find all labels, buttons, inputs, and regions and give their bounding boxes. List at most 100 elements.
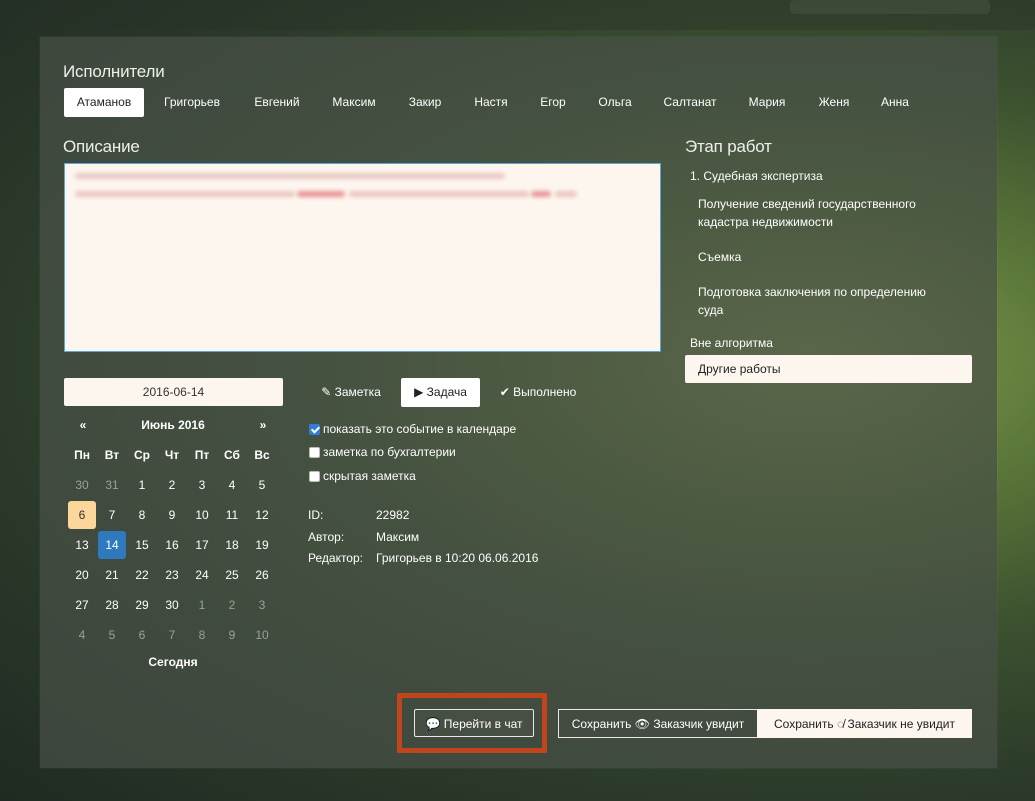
calendar-day[interactable]: 6 (128, 621, 156, 649)
performer-tab-anna[interactable]: Анна (872, 88, 918, 117)
task-type-label: Задача (426, 385, 467, 399)
calendar-day[interactable]: 22 (128, 561, 156, 589)
calendar-day[interactable]: 3 (248, 591, 276, 619)
calendar-day[interactable]: 3 (188, 471, 216, 499)
calendar-day[interactable]: 31 (98, 471, 126, 499)
note-type-label: Заметка (334, 385, 381, 399)
accounting-note-checkbox[interactable] (309, 447, 320, 458)
performer-tab-maria[interactable]: Мария (740, 88, 794, 117)
editor-label: Редактор: (308, 551, 363, 565)
performer-tab-zhenya[interactable]: Женя (810, 88, 858, 117)
performers-title: Исполнители (63, 62, 165, 81)
calendar-day[interactable]: 10 (248, 621, 276, 649)
calendar-day[interactable]: 14 (98, 531, 126, 559)
stage-item-other-works[interactable]: Другие работы (685, 355, 972, 383)
go-to-chat-label: Перейти в чат (443, 717, 523, 731)
calendar-day[interactable]: 15 (128, 531, 156, 559)
performer-tab-olga[interactable]: Ольга (588, 88, 642, 117)
stages-title: Этап работ (685, 137, 772, 156)
calendar-day[interactable]: 11 (218, 501, 246, 529)
performer-tab-saltanat[interactable]: Салтанат (654, 88, 726, 117)
calendar-today-button[interactable]: Сегодня (108, 655, 238, 669)
calendar-day[interactable]: 21 (98, 561, 126, 589)
stage-item-cadastre[interactable]: Получение сведений государственного када… (698, 195, 938, 231)
stage-item-conclusion[interactable]: Подготовка заключения по определению суд… (698, 283, 948, 319)
calendar-day[interactable]: 7 (98, 501, 126, 529)
save-hidden-from-client-button[interactable]: Сохранить ◌̸ Заказчик не увидит (757, 709, 972, 738)
done-type-button[interactable]: ✔ Выполнено (490, 378, 586, 407)
calendar-month-label[interactable]: Июнь 2016 (98, 410, 248, 440)
calendar-day[interactable]: 2 (158, 471, 186, 499)
hidden-note-checkbox[interactable] (309, 471, 320, 482)
redacted-text-link (531, 191, 551, 197)
calendar-day[interactable]: 5 (248, 471, 276, 499)
calendar-day[interactable]: 8 (188, 621, 216, 649)
calendar-day[interactable]: 17 (188, 531, 216, 559)
performer-tab-nastya[interactable]: Настя (464, 88, 518, 117)
calendar-day[interactable]: 7 (158, 621, 186, 649)
id-label: ID: (308, 508, 324, 522)
calendar-day[interactable]: 5 (98, 621, 126, 649)
accounting-note-option[interactable]: заметка по бухгалтерии (309, 443, 456, 461)
stage-group-label: 1. Судебная экспертиза (690, 169, 823, 183)
calendar-weekday: Пт (194, 448, 210, 462)
stage-item-survey[interactable]: Съемка (698, 248, 741, 266)
performer-tab-atamanov[interactable]: Атаманов (64, 88, 144, 117)
speech-bubble-icon: 💬 (425, 717, 441, 731)
redacted-text-line (75, 173, 505, 179)
hidden-note-label: скрытая заметка (323, 469, 416, 483)
calendar-day[interactable]: 20 (68, 561, 96, 589)
calendar-day[interactable]: 28 (98, 591, 126, 619)
go-to-chat-button[interactable]: 💬 Перейти в чат (414, 709, 534, 737)
task-type-button[interactable]: ▶ Задача (401, 378, 480, 407)
redacted-text-line (349, 191, 529, 197)
save-hidden-suffix: Заказчик не увидит (847, 717, 955, 731)
id-value: 22982 (376, 508, 410, 522)
performer-tab-maksim[interactable]: Максим (322, 88, 386, 117)
show-in-calendar-checkbox[interactable] (309, 424, 320, 435)
performer-tab-evgeniy[interactable]: Евгений (242, 88, 312, 117)
calendar-day[interactable]: 19 (248, 531, 276, 559)
calendar-weekday: Ср (134, 448, 150, 462)
calendar-day[interactable]: 4 (218, 471, 246, 499)
description-textarea[interactable] (64, 163, 661, 352)
calendar-day[interactable]: 6 (68, 501, 96, 529)
calendar-day[interactable]: 10 (188, 501, 216, 529)
save-visible-label: Сохранить (571, 717, 632, 731)
performer-tab-grigoriev[interactable]: Григорьев (154, 88, 230, 117)
calendar-day[interactable]: 26 (248, 561, 276, 589)
calendar-day[interactable]: 13 (68, 531, 96, 559)
calendar-day[interactable]: 27 (68, 591, 96, 619)
show-in-calendar-option[interactable]: показать это событие в календаре (309, 420, 516, 438)
date-input[interactable]: 2016-06-14 (64, 378, 283, 406)
hidden-note-option[interactable]: скрытая заметка (309, 467, 416, 485)
calendar-day[interactable]: 2 (218, 591, 246, 619)
calendar-next-button[interactable]: » (248, 410, 278, 440)
calendar-day[interactable]: 29 (128, 591, 156, 619)
calendar-prev-button[interactable]: « (68, 410, 98, 440)
calendar-day[interactable]: 30 (158, 591, 186, 619)
calendar-day[interactable]: 30 (68, 471, 96, 499)
calendar-day[interactable]: 8 (128, 501, 156, 529)
calendar-day[interactable]: 1 (128, 471, 156, 499)
show-in-calendar-label: показать это событие в календаре (323, 422, 517, 436)
performer-tab-egor[interactable]: Егор (530, 88, 576, 117)
note-type-button[interactable]: ✎ Заметка (310, 378, 392, 407)
calendar-day[interactable]: 4 (68, 621, 96, 649)
performer-tab-zakir[interactable]: Закир (398, 88, 452, 117)
calendar-day[interactable]: 9 (218, 621, 246, 649)
play-icon: ▶ (414, 385, 424, 399)
calendar-day[interactable]: 12 (248, 501, 276, 529)
calendar-day[interactable]: 16 (158, 531, 186, 559)
calendar-weekday: Пн (74, 448, 90, 462)
calendar-day[interactable]: 23 (158, 561, 186, 589)
eye-icon: 👁 (634, 717, 650, 731)
check-icon: ✔ (499, 385, 510, 399)
calendar-day[interactable]: 9 (158, 501, 186, 529)
calendar-day[interactable]: 24 (188, 561, 216, 589)
calendar-weekday: Чт (164, 448, 180, 462)
calendar-day[interactable]: 1 (188, 591, 216, 619)
calendar-day[interactable]: 18 (218, 531, 246, 559)
calendar-day[interactable]: 25 (218, 561, 246, 589)
save-visible-to-client-button[interactable]: Сохранить 👁 Заказчик увидит (558, 709, 758, 738)
